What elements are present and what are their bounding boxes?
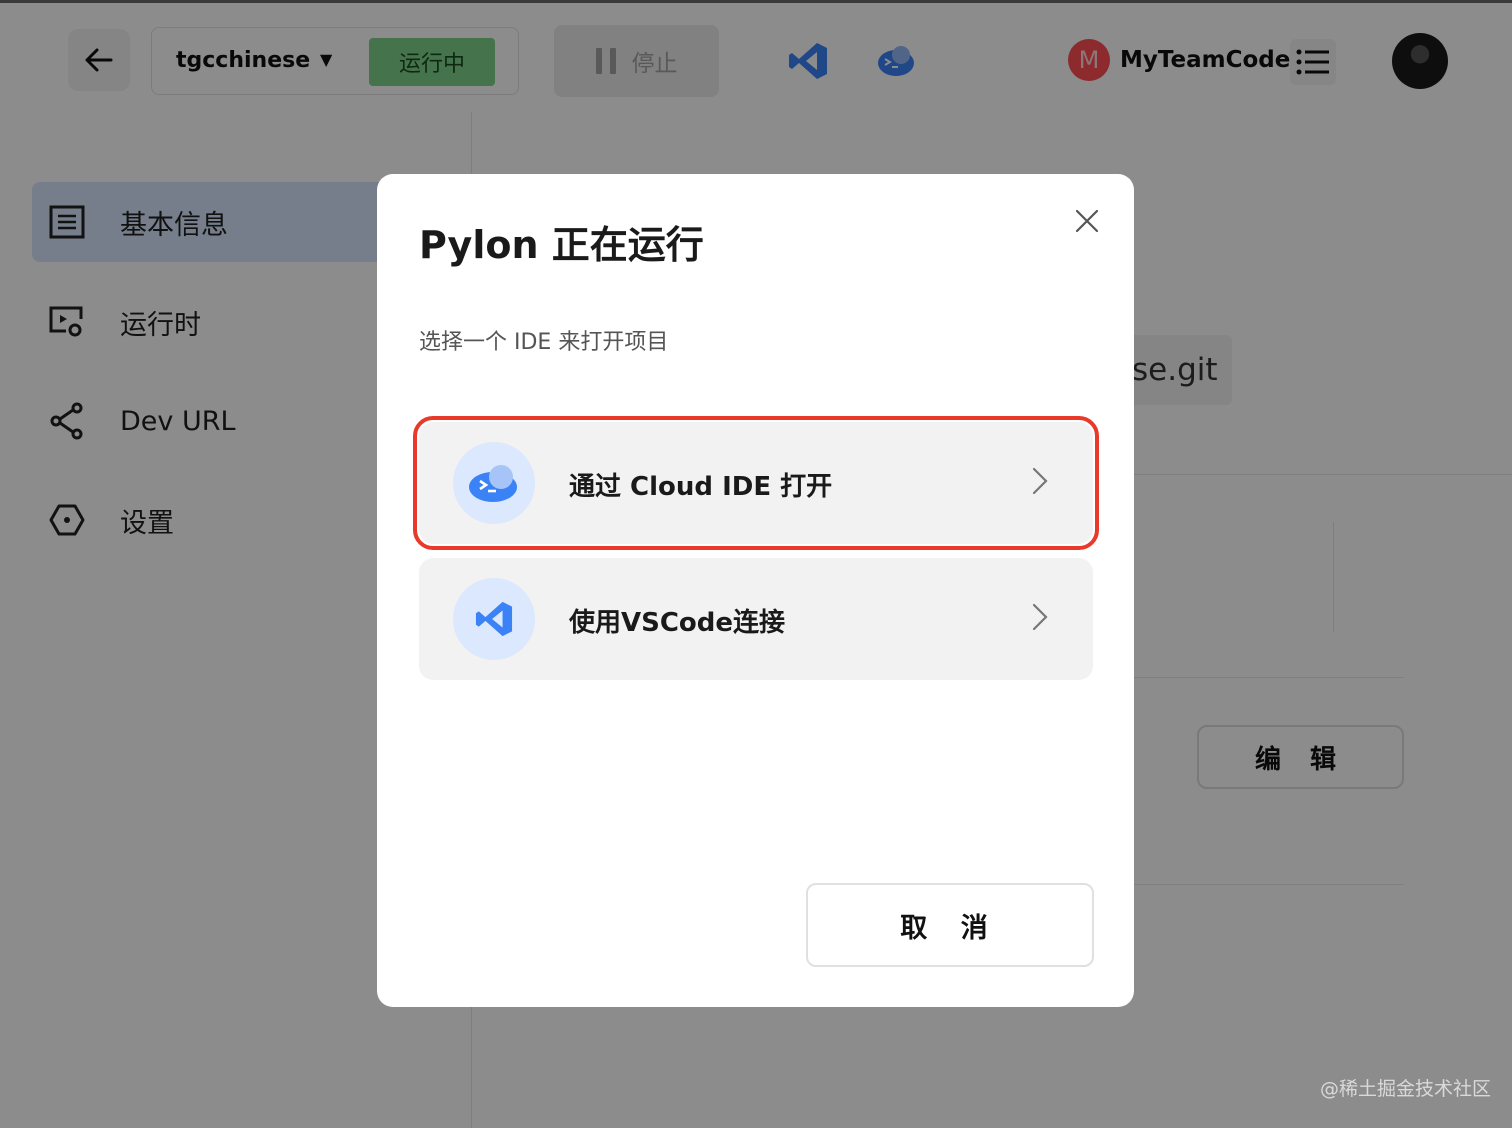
chevron-right-icon [1031, 602, 1049, 636]
option-label: 使用VSCode连接 [569, 608, 786, 638]
chevron-right-icon [1031, 466, 1049, 500]
dialog-subtitle: 选择一个 IDE 来打开项目 [419, 330, 669, 355]
watermark: @稀土掘金技术社区 [1320, 1078, 1492, 1100]
vscode-connect-option[interactable]: 使用VSCode连接 [419, 558, 1093, 680]
close-icon[interactable] [1073, 208, 1101, 236]
dialog-title: Pylon 正在运行 [419, 223, 704, 267]
open-ide-dialog: Pylon 正在运行 选择一个 IDE 来打开项目 通过 Cloud IDE 打… [377, 174, 1134, 1007]
cancel-button[interactable]: 取 消 [806, 883, 1094, 967]
option-label: 通过 Cloud IDE 打开 [569, 472, 833, 502]
cloud-terminal-icon [453, 442, 535, 524]
open-cloud-ide-option[interactable]: 通过 Cloud IDE 打开 [413, 416, 1099, 550]
vscode-icon [453, 578, 535, 660]
